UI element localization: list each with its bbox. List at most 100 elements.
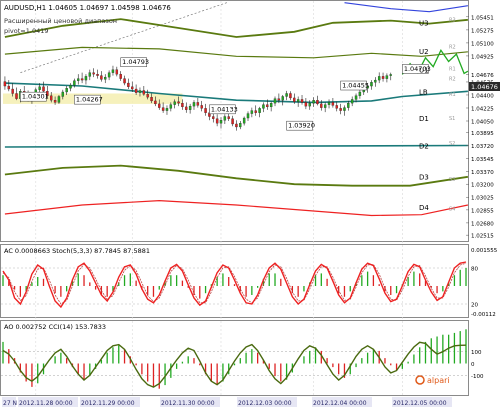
candle-body [177, 101, 180, 104]
candle-body [142, 90, 146, 95]
price-axis-label: 1.03895 [471, 131, 494, 137]
level-label: U2 [419, 48, 429, 56]
candle-body [339, 108, 342, 111]
pivot-label: pivot=1.0419 [4, 27, 49, 35]
candle-body [227, 116, 230, 119]
candle-body [223, 116, 227, 121]
ao-axis-label: 100 [471, 350, 482, 356]
candle-body [146, 94, 149, 98]
candle-body [327, 102, 331, 105]
price-axis-label: 1.03545 [471, 157, 494, 163]
time-axis-label: 2012.12.05 00:00 [393, 400, 447, 407]
candle-body [7, 85, 10, 90]
price-axis-label: 1.04676 [471, 73, 494, 79]
candle-body [57, 96, 61, 103]
candle-body [200, 105, 203, 109]
candle-body [173, 101, 176, 105]
price-axis-label: 1.04225 [471, 106, 494, 112]
level-inner-label: S3 [449, 177, 455, 183]
candle-body [88, 72, 92, 77]
candle-body [316, 100, 319, 105]
level-label: D2 [419, 142, 429, 150]
candle-body [296, 99, 300, 102]
chart-svg: 1.04793 1.04301 1.04267 1.04133 1.04455 1.039… [0, 0, 500, 407]
candle-body [269, 103, 273, 108]
level-inner-label: S1 [449, 116, 455, 122]
alpari-logo-text: alpari [427, 376, 450, 385]
candle-body [343, 107, 346, 111]
level-label: D4 [419, 204, 429, 212]
candle-body [285, 93, 288, 97]
candle-body [347, 103, 350, 108]
candle-body [38, 86, 41, 90]
level-label: U1 [419, 67, 429, 75]
time-axis: 27 N 2012.11.28 00:00 2012.11.29 00:00 2012… [2, 397, 452, 407]
candle-body [212, 116, 215, 119]
price-axis-label: 1.05275 [471, 28, 494, 34]
candle-body [138, 90, 142, 93]
price-axis-label: 1.05451 [471, 15, 494, 21]
price-axis-label: 1.03370 [471, 170, 494, 176]
ac-axis-label: -0.00112 [471, 312, 496, 318]
price-annotation-text: 1.04793 [122, 58, 149, 66]
candle-body [219, 120, 223, 124]
price-axis-label: 1.02515 [471, 234, 494, 240]
candle-body [381, 76, 385, 79]
candle-body [374, 79, 377, 83]
candle-body [77, 78, 80, 81]
ao-panel-label: AO 0.002752 CCI(14) 153.7833 [4, 323, 106, 331]
candle-body [119, 73, 122, 79]
candle-body [389, 74, 392, 76]
candle-body [131, 86, 134, 90]
candle-body [123, 78, 126, 84]
chart-window: 1.04793 1.04301 1.04267 1.04133 1.04455 1.039… [0, 0, 500, 408]
price-axis: 1.054511.052751.051001.049251.046761.045… [466, 15, 494, 240]
candle-body [266, 104, 269, 108]
candle-body [107, 72, 111, 78]
candle-body [65, 88, 68, 93]
candle-body [154, 100, 157, 105]
candle-body [150, 97, 153, 102]
current-price-text: 1.04676 [471, 83, 498, 91]
candle-body [69, 85, 72, 89]
candle-body [358, 91, 362, 96]
candle-body [331, 102, 335, 106]
indicator-title: Расширенный ценовой диапазон [4, 17, 117, 25]
level-label: U3 [419, 20, 429, 28]
candle-body [304, 102, 308, 107]
candle-body [350, 99, 354, 104]
candle-body [61, 91, 65, 97]
candle-body [127, 82, 130, 87]
candle-body [215, 118, 219, 124]
candle-body [335, 105, 338, 109]
candle-body [92, 72, 95, 75]
price-axis-label: 1.03025 [471, 196, 494, 202]
level-inner-label: S4 [449, 207, 455, 213]
price-annotation-text: 1.03920 [288, 122, 315, 130]
candle-body [169, 104, 173, 109]
candle-body [289, 93, 292, 99]
candle-body [165, 108, 169, 111]
ao-axis-label: 0 [471, 362, 475, 368]
ao-axis-label: -100 [471, 374, 484, 380]
level-label: D1 [419, 115, 429, 123]
candle-body [277, 98, 281, 101]
price-axis-label: 1.03720 [471, 144, 494, 150]
candle-body [370, 82, 373, 87]
time-axis-label: 2012.11.28 00:00 [19, 400, 73, 407]
candle-body [50, 95, 53, 101]
candle-body [204, 108, 207, 113]
candle-body [312, 100, 315, 104]
level-inner-label: R3 [449, 18, 456, 24]
candle-body [254, 110, 257, 113]
time-axis-label: 27 N [3, 400, 17, 407]
candle-body [250, 110, 254, 114]
candle-body [262, 104, 265, 109]
price-axis-label: 1.03200 [471, 183, 494, 189]
candle-body [231, 118, 234, 125]
candle-body [158, 103, 161, 108]
price-axis-label: 1.05100 [471, 41, 494, 47]
price-annotation-text: 1.04133 [211, 105, 238, 113]
candle-body [115, 69, 119, 75]
candle-body [134, 88, 138, 93]
